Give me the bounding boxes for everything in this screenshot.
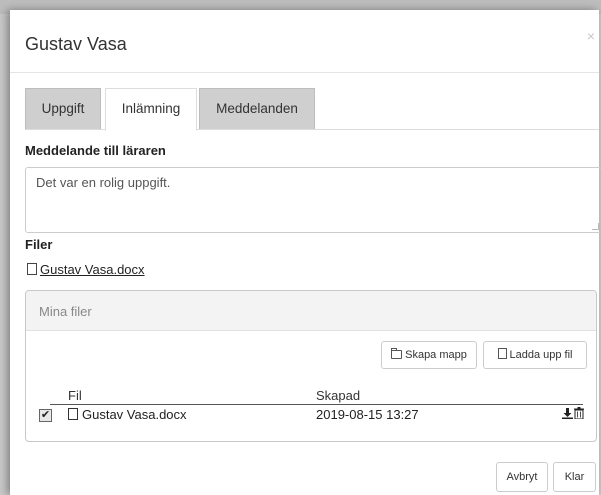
my-files-panel: Mina filer Skapa mapp Ladda upp fil Fil … bbox=[25, 290, 597, 442]
dialog: Gustav Vasa × Uppgift Inlämning Meddelan… bbox=[10, 10, 601, 495]
tab-inlamning[interactable]: Inlämning bbox=[105, 88, 197, 131]
tab-bar: Uppgift Inlämning Meddelanden bbox=[25, 88, 599, 131]
panel-title: Mina filer bbox=[39, 304, 92, 319]
resize-handle[interactable] bbox=[592, 223, 599, 230]
message-text: Det var en rolig uppgift. bbox=[36, 175, 171, 190]
create-folder-button[interactable]: Skapa mapp bbox=[381, 341, 477, 369]
file-created-cell: 2019-08-15 13:27 bbox=[316, 407, 419, 422]
dialog-title: Gustav Vasa bbox=[25, 34, 127, 54]
table-row[interactable]: ✔ Gustav Vasa.docx 2019-08-15 13:27 bbox=[26, 407, 596, 427]
attached-file-link[interactable]: Gustav Vasa.docx bbox=[27, 262, 145, 277]
table-divider bbox=[50, 404, 583, 405]
create-folder-label: Skapa mapp bbox=[405, 349, 467, 361]
file-name: Gustav Vasa.docx bbox=[82, 407, 187, 422]
document-icon bbox=[497, 348, 507, 359]
panel-header: Mina filer bbox=[26, 291, 596, 331]
files-label: Filer bbox=[25, 237, 53, 252]
cancel-button[interactable]: Avbryt bbox=[496, 462, 548, 492]
column-header-created: Skapad bbox=[316, 388, 361, 403]
attached-file-name: Gustav Vasa.docx bbox=[40, 262, 145, 277]
close-icon[interactable]: × bbox=[587, 28, 595, 44]
document-icon bbox=[27, 263, 37, 275]
folder-icon bbox=[391, 348, 403, 359]
message-textarea[interactable]: Det var en rolig uppgift. bbox=[25, 167, 601, 233]
column-header-file: Fil bbox=[68, 388, 82, 403]
row-checkbox[interactable]: ✔ bbox=[39, 409, 52, 422]
tab-meddelanden[interactable]: Meddelanden bbox=[199, 88, 315, 129]
done-button[interactable]: Klar bbox=[553, 462, 596, 492]
upload-file-button[interactable]: Ladda upp fil bbox=[483, 341, 587, 369]
message-label: Meddelande till läraren bbox=[25, 143, 166, 158]
file-name-cell: Gustav Vasa.docx bbox=[68, 407, 187, 422]
document-icon bbox=[68, 408, 78, 420]
upload-file-label: Ladda upp fil bbox=[509, 349, 573, 361]
trash-icon[interactable] bbox=[574, 407, 584, 422]
download-icon[interactable] bbox=[562, 408, 573, 422]
tab-uppgift[interactable]: Uppgift bbox=[25, 88, 101, 129]
dialog-header: Gustav Vasa × bbox=[10, 10, 599, 73]
